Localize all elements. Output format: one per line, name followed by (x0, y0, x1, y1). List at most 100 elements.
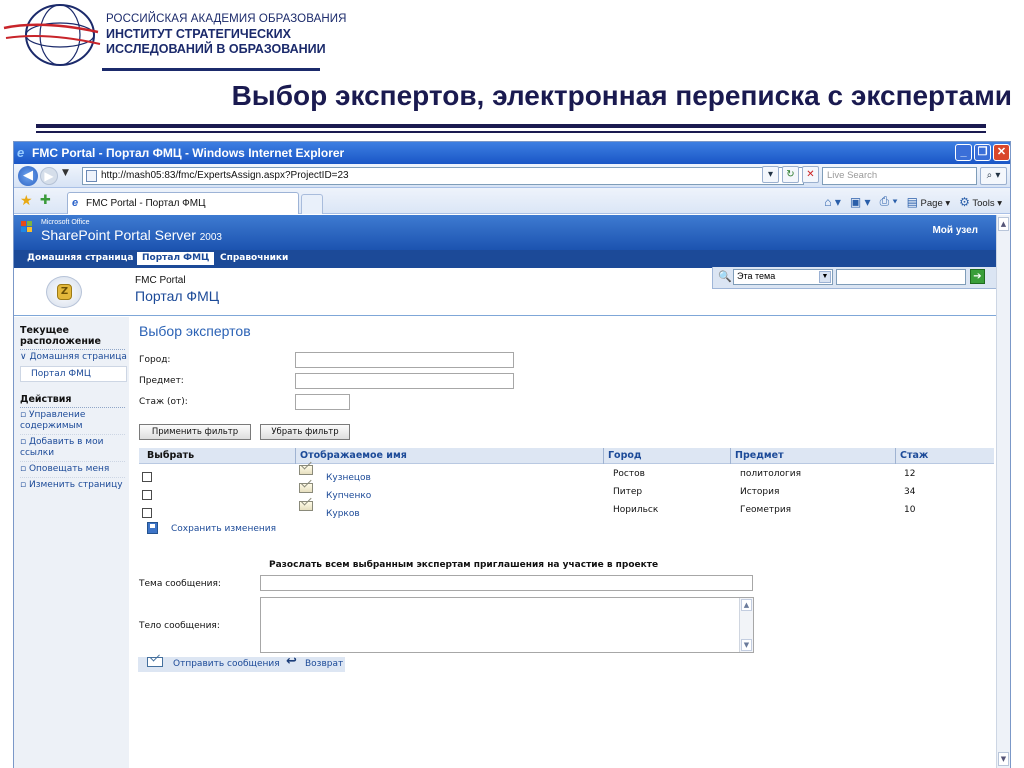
page-scrollbar[interactable]: ▲ ▼ (996, 215, 1010, 768)
table-row: Курков Норильск Геометрия 10 (139, 494, 994, 523)
table-row: Кузнецов Ростов политология 12 (139, 458, 994, 487)
refresh-icon[interactable]: ↻ (782, 166, 799, 183)
command-bar: ⌂ ▾ ▣ ▾ ⎙ ▾ ▤ Page ▾ ⚙ Tools ▾ (824, 194, 1002, 209)
action-add-links[interactable]: ▫ Добавить в мои ссылки (14, 435, 129, 459)
expert-subject: Геометрия (740, 505, 792, 515)
tab-fmc-portal[interactable]: e FMC Portal - Портал ФМЦ (67, 192, 299, 214)
tools-menu-label: Tools (972, 197, 995, 209)
col-display-name[interactable]: Отображаемое имя (300, 450, 407, 461)
city-label: Город: (139, 355, 171, 365)
return-link[interactable]: Возврат (305, 659, 343, 669)
search-scope-icon: 🔍 (718, 270, 732, 283)
forward-arrow-icon[interactable]: ▶ (40, 167, 58, 185)
add-favorites-icon[interactable]: ✚ (40, 193, 51, 208)
topnav-fmc-portal[interactable]: Портал ФМЦ (137, 252, 215, 265)
envelope-icon (299, 476, 313, 494)
left-navigation: Текущее расположение ∨ Домашняя страница… (14, 317, 129, 768)
message-body-textarea[interactable]: ▲ ▼ (260, 597, 754, 653)
save-icon[interactable] (147, 522, 158, 534)
col-select[interactable]: Выбрать (147, 450, 194, 461)
slide-title: Выбор экспертов, электронная переписка с… (231, 80, 1012, 111)
message-subject-input[interactable] (260, 575, 753, 591)
scroll-down-icon[interactable]: ▼ (998, 752, 1009, 766)
expert-subject: История (740, 487, 780, 497)
nav-home-link[interactable]: ∨ Домашняя страница (14, 350, 129, 363)
page-menu[interactable]: ▤ Page ▾ (907, 195, 951, 209)
globe-logo-icon (3, 4, 101, 66)
column-divider (295, 448, 296, 464)
column-divider (730, 448, 731, 464)
window-title-bar: e FMC Portal - Портал ФМЦ - Windows Inte… (14, 142, 1010, 164)
window-title: FMC Portal - Портал ФМЦ - Windows Intern… (32, 146, 345, 160)
row-checkbox[interactable] (142, 472, 152, 482)
print-icon[interactable]: ⎙ ▾ (880, 194, 898, 209)
feeds-icon[interactable]: ▣ ▾ (850, 195, 871, 209)
textarea-scrollbar[interactable]: ▲ ▼ (739, 598, 753, 652)
send-messages-link[interactable]: Отправить сообщения (173, 659, 280, 669)
back-arrow-icon[interactable]: ◀ (18, 166, 38, 186)
topnav-directories[interactable]: Справочники (220, 253, 288, 263)
url-input[interactable]: http://mash05:83/fmc/ExpertsAssign.aspx?… (82, 167, 804, 185)
remove-filter-button[interactable]: Убрать фильтр (260, 424, 350, 440)
expert-name[interactable]: Курков (326, 509, 360, 519)
live-search-input[interactable]: Live Search (822, 167, 977, 185)
row-checkbox[interactable] (142, 490, 152, 500)
expert-city: Ростов (613, 469, 645, 479)
close-icon[interactable]: ✕ (993, 144, 1010, 161)
portal-badge-icon: Z (57, 284, 72, 300)
search-scope-select[interactable]: Эта тема ▼ (733, 269, 833, 285)
stop-icon[interactable]: ✕ (802, 166, 819, 183)
action-manage-content[interactable]: ▫ Управление содержимым (14, 408, 129, 432)
ie-tab-icon: e (72, 197, 79, 209)
nav-home-label: Домашняя страница (29, 352, 127, 362)
col-city[interactable]: Город (608, 450, 642, 461)
scroll-up-icon[interactable]: ▲ (998, 217, 1009, 231)
site-search-input[interactable] (836, 269, 966, 285)
minimize-icon[interactable]: _ (955, 144, 972, 161)
page-icon (86, 170, 97, 182)
experience-input[interactable] (295, 394, 350, 410)
search-go-icon[interactable]: ➔ (970, 269, 985, 284)
org-line-3: ИССЛЕДОВАНИЙ В ОБРАЗОВАНИИ (106, 42, 326, 56)
action-alert-me[interactable]: ▫ Оповещать меня (14, 462, 129, 475)
scroll-down-icon[interactable]: ▼ (741, 639, 752, 651)
ie-window: e FMC Portal - Портал ФМЦ - Windows Inte… (13, 141, 1011, 768)
new-tab-button[interactable] (301, 194, 323, 214)
send-mail-icon[interactable] (147, 657, 163, 667)
expert-name[interactable]: Кузнецов (326, 473, 371, 483)
my-site-link[interactable]: Мой узел (932, 225, 978, 236)
row-checkbox[interactable] (142, 508, 152, 518)
col-experience[interactable]: Стаж (900, 450, 928, 461)
nav-current-item[interactable]: Портал ФМЦ (20, 366, 127, 382)
history-dropdown-icon[interactable]: ▼ (62, 168, 69, 178)
home-icon[interactable]: ⌂ ▾ (824, 195, 841, 209)
col-subject[interactable]: Предмет (735, 450, 784, 461)
city-input[interactable] (295, 352, 514, 368)
message-body-label: Тело сообщения: (139, 621, 220, 631)
expert-name[interactable]: Купченко (326, 491, 371, 501)
return-arrow-icon[interactable]: ↩ (286, 654, 297, 669)
product-name: SharePoint Portal Server 2003 (41, 227, 222, 243)
restore-icon[interactable]: ❐ (974, 144, 991, 161)
tools-menu[interactable]: ⚙ Tools ▾ (959, 195, 1002, 209)
location-heading: Текущее расположение (20, 325, 101, 347)
action-edit-label: Изменить страницу (28, 480, 123, 490)
page-title: Выбор экспертов (139, 323, 251, 339)
favorites-star-icon[interactable]: ★ (20, 193, 33, 209)
tab-bar: ★ ✚ e FMC Portal - Портал ФМЦ ⌂ ▾ ▣ ▾ ⎙ … (14, 188, 1010, 214)
topnav-home[interactable]: Домашняя страница (27, 253, 133, 263)
action-edit-page[interactable]: ▫ Изменить страницу (14, 478, 129, 491)
url-dropdown-icon[interactable]: ▾ (762, 166, 779, 183)
tab-label: FMC Portal - Портал ФМЦ (86, 198, 206, 209)
expert-experience: 10 (904, 505, 916, 515)
subject-input[interactable] (295, 373, 514, 389)
gear-icon: ⚙ (959, 194, 970, 209)
search-icon[interactable]: ⌕ ▾ (980, 167, 1007, 185)
save-changes-link[interactable]: Сохранить изменения (171, 524, 276, 534)
title-divider-thick (36, 124, 986, 128)
expert-experience: 12 (904, 469, 916, 479)
scope-value: Эта тема (737, 271, 776, 281)
action-toolbar: Отправить сообщения ↩ Возврат (138, 654, 345, 672)
scroll-up-icon[interactable]: ▲ (741, 599, 752, 611)
apply-filter-button[interactable]: Применить фильтр (139, 424, 251, 440)
